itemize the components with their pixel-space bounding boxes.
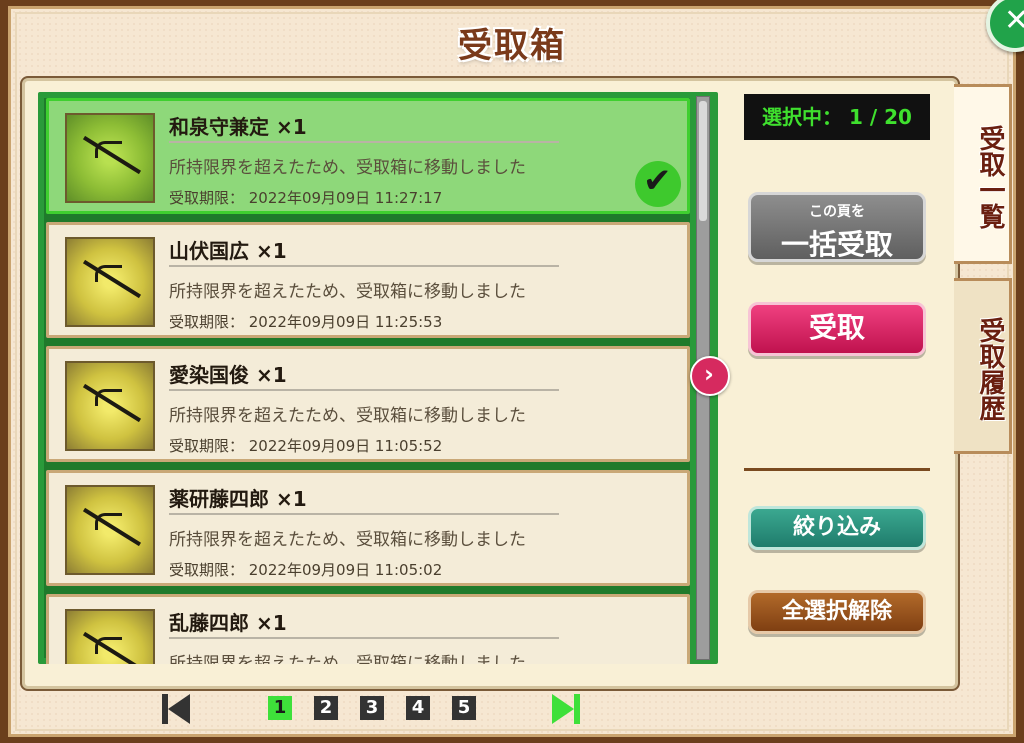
- list-item[interactable]: 和泉守兼定 ×1 所持限界を超えたため、受取箱に移動しました 受取期限： 202…: [46, 98, 690, 214]
- tab-received-list[interactable]: 受取一覧: [954, 84, 1012, 264]
- list-item[interactable]: 愛染国俊 ×1 所持限界を超えたため、受取箱に移動しました 受取期限： 2022…: [46, 346, 690, 462]
- first-page-icon-arrow: [168, 694, 190, 724]
- item-message: 所持限界を超えたため、受取箱に移動しました: [169, 158, 526, 178]
- list-item[interactable]: 薬研藤四郎 ×1 所持限界を超えたため、受取箱に移動しました 受取期限： 202…: [46, 470, 690, 586]
- bulk-receive-sublabel: この頁を: [809, 204, 865, 220]
- next-page-arrow-button[interactable]: ›: [690, 356, 730, 396]
- check-icon: ✔: [635, 161, 681, 207]
- item-message: 所持限界を超えたため、受取箱に移動しました: [169, 654, 526, 664]
- tab-received-history[interactable]: 受取履歴: [954, 278, 1012, 454]
- list-item[interactable]: 乱藤四郎 ×1 所持限界を超えたため、受取箱に移動しました: [46, 594, 690, 664]
- bulk-receive-button[interactable]: この頁を 一括受取: [748, 192, 926, 262]
- item-message: 所持限界を超えたため、受取箱に移動しました: [169, 530, 526, 550]
- last-page-icon: [574, 694, 580, 724]
- last-page-icon-arrow: [552, 694, 574, 724]
- item-name: 愛染国俊 ×1: [169, 363, 287, 387]
- item-list-inner: 和泉守兼定 ×1 所持限界を超えたため、受取箱に移動しました 受取期限： 202…: [44, 98, 690, 664]
- item-name: 山伏国広 ×1: [169, 239, 287, 263]
- item-list: 和泉守兼定 ×1 所持限界を超えたため、受取箱に移動しました 受取期限： 202…: [38, 92, 718, 664]
- item-thumbnail: [65, 609, 155, 664]
- divider: [169, 265, 559, 267]
- list-item[interactable]: 山伏国広 ×1 所持限界を超えたため、受取箱に移動しました 受取期限： 2022…: [46, 222, 690, 338]
- page-number[interactable]: 3: [360, 696, 384, 720]
- page-number[interactable]: 5: [452, 696, 476, 720]
- scrollbar-thumb[interactable]: [699, 101, 707, 221]
- item-limit: 受取期限： 2022年09月09日 11:05:52: [169, 437, 443, 455]
- item-message: 所持限界を超えたため、受取箱に移動しました: [169, 282, 526, 302]
- divider: [169, 389, 559, 391]
- button-divider: [744, 468, 930, 471]
- item-thumbnail: [65, 113, 155, 203]
- item-limit: 受取期限： 2022年09月09日 11:27:17: [169, 189, 443, 207]
- close-icon: ✕: [1004, 3, 1024, 38]
- filter-button[interactable]: 絞り込み: [748, 506, 926, 550]
- item-limit: 受取期限： 2022年09月09日 11:05:02: [169, 561, 443, 579]
- first-page-button[interactable]: [162, 694, 192, 724]
- item-name: 乱藤四郎 ×1: [169, 611, 287, 635]
- receive-button[interactable]: 受取: [748, 302, 926, 356]
- item-thumbnail: [65, 237, 155, 327]
- item-message: 所持限界を超えたため、受取箱に移動しました: [169, 406, 526, 426]
- page-number[interactable]: 2: [314, 696, 338, 720]
- item-thumbnail: [65, 361, 155, 451]
- item-thumbnail: [65, 485, 155, 575]
- page-number[interactable]: 4: [406, 696, 430, 720]
- page-title: 受取箱: [458, 26, 566, 66]
- divider: [169, 637, 559, 639]
- divider: [169, 513, 559, 515]
- last-page-button[interactable]: [552, 694, 582, 724]
- chevron-right-icon: ›: [704, 360, 714, 388]
- item-name: 薬研藤四郎 ×1: [169, 487, 307, 511]
- page-number[interactable]: 1: [268, 696, 292, 720]
- bulk-receive-label: 一括受取: [780, 228, 893, 261]
- item-limit: 受取期限： 2022年09月09日 11:25:53: [169, 313, 443, 331]
- deselect-all-button[interactable]: 全選択解除: [748, 590, 926, 634]
- item-name: 和泉守兼定 ×1: [169, 115, 307, 139]
- divider: [169, 141, 559, 143]
- selection-counter: 選択中： 1 / 20: [744, 94, 930, 140]
- pagination: 1 2 3 4 5: [0, 692, 1024, 726]
